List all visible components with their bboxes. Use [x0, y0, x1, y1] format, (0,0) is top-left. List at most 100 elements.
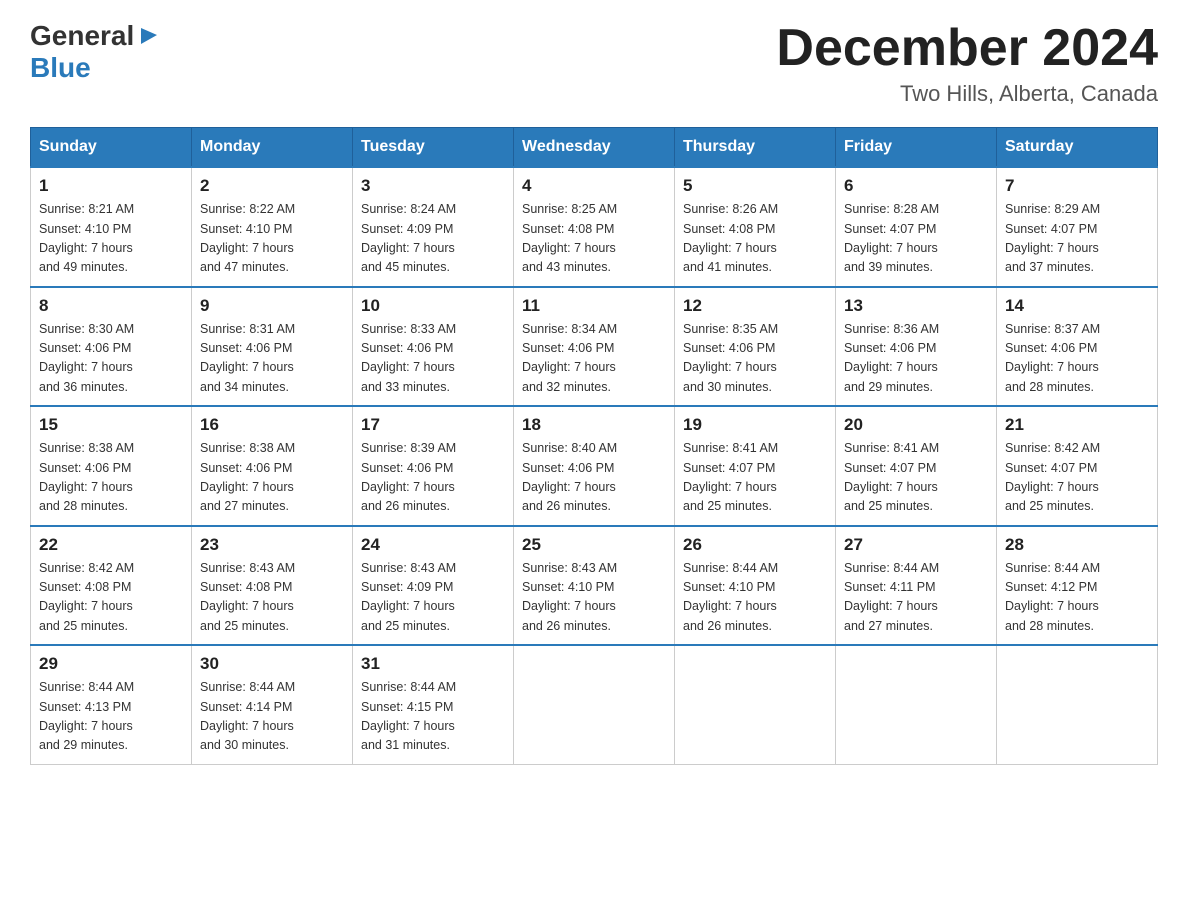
calendar-cell: 22 Sunrise: 8:42 AM Sunset: 4:08 PM Dayl… — [31, 526, 192, 646]
calendar-cell: 2 Sunrise: 8:22 AM Sunset: 4:10 PM Dayli… — [192, 167, 353, 287]
calendar-cell: 17 Sunrise: 8:39 AM Sunset: 4:06 PM Dayl… — [353, 406, 514, 526]
calendar-cell: 20 Sunrise: 8:41 AM Sunset: 4:07 PM Dayl… — [836, 406, 997, 526]
calendar-cell: 11 Sunrise: 8:34 AM Sunset: 4:06 PM Dayl… — [514, 287, 675, 407]
calendar-cell: 29 Sunrise: 8:44 AM Sunset: 4:13 PM Dayl… — [31, 645, 192, 764]
day-info: Sunrise: 8:33 AM Sunset: 4:06 PM Dayligh… — [361, 320, 505, 398]
day-number: 31 — [361, 654, 505, 674]
day-number: 16 — [200, 415, 344, 435]
calendar-week-3: 15 Sunrise: 8:38 AM Sunset: 4:06 PM Dayl… — [31, 406, 1158, 526]
logo: General Blue — [30, 20, 159, 84]
calendar-cell — [514, 645, 675, 764]
day-number: 26 — [683, 535, 827, 555]
day-info: Sunrise: 8:38 AM Sunset: 4:06 PM Dayligh… — [39, 439, 183, 517]
calendar-cell — [997, 645, 1158, 764]
calendar-week-2: 8 Sunrise: 8:30 AM Sunset: 4:06 PM Dayli… — [31, 287, 1158, 407]
calendar-cell: 31 Sunrise: 8:44 AM Sunset: 4:15 PM Dayl… — [353, 645, 514, 764]
calendar-cell: 5 Sunrise: 8:26 AM Sunset: 4:08 PM Dayli… — [675, 167, 836, 287]
day-info: Sunrise: 8:44 AM Sunset: 4:15 PM Dayligh… — [361, 678, 505, 756]
day-info: Sunrise: 8:34 AM Sunset: 4:06 PM Dayligh… — [522, 320, 666, 398]
calendar-cell: 18 Sunrise: 8:40 AM Sunset: 4:06 PM Dayl… — [514, 406, 675, 526]
day-number: 24 — [361, 535, 505, 555]
calendar-cell: 16 Sunrise: 8:38 AM Sunset: 4:06 PM Dayl… — [192, 406, 353, 526]
page-header: General Blue December 2024 Two Hills, Al… — [30, 20, 1158, 107]
day-number: 27 — [844, 535, 988, 555]
day-info: Sunrise: 8:29 AM Sunset: 4:07 PM Dayligh… — [1005, 200, 1149, 278]
day-number: 17 — [361, 415, 505, 435]
calendar-cell: 25 Sunrise: 8:43 AM Sunset: 4:10 PM Dayl… — [514, 526, 675, 646]
day-info: Sunrise: 8:43 AM Sunset: 4:08 PM Dayligh… — [200, 559, 344, 637]
calendar-subtitle: Two Hills, Alberta, Canada — [776, 81, 1158, 107]
calendar-week-4: 22 Sunrise: 8:42 AM Sunset: 4:08 PM Dayl… — [31, 526, 1158, 646]
calendar-cell: 27 Sunrise: 8:44 AM Sunset: 4:11 PM Dayl… — [836, 526, 997, 646]
calendar-cell: 28 Sunrise: 8:44 AM Sunset: 4:12 PM Dayl… — [997, 526, 1158, 646]
day-info: Sunrise: 8:36 AM Sunset: 4:06 PM Dayligh… — [844, 320, 988, 398]
day-number: 19 — [683, 415, 827, 435]
calendar-week-1: 1 Sunrise: 8:21 AM Sunset: 4:10 PM Dayli… — [31, 167, 1158, 287]
calendar-cell: 15 Sunrise: 8:38 AM Sunset: 4:06 PM Dayl… — [31, 406, 192, 526]
day-info: Sunrise: 8:37 AM Sunset: 4:06 PM Dayligh… — [1005, 320, 1149, 398]
day-info: Sunrise: 8:44 AM Sunset: 4:10 PM Dayligh… — [683, 559, 827, 637]
col-wednesday: Wednesday — [514, 128, 675, 168]
day-number: 29 — [39, 654, 183, 674]
calendar-cell: 19 Sunrise: 8:41 AM Sunset: 4:07 PM Dayl… — [675, 406, 836, 526]
day-number: 20 — [844, 415, 988, 435]
day-number: 15 — [39, 415, 183, 435]
col-thursday: Thursday — [675, 128, 836, 168]
day-number: 23 — [200, 535, 344, 555]
day-info: Sunrise: 8:25 AM Sunset: 4:08 PM Dayligh… — [522, 200, 666, 278]
logo-blue-text: Blue — [30, 52, 91, 83]
calendar-header-row: Sunday Monday Tuesday Wednesday Thursday… — [31, 128, 1158, 168]
calendar-table: Sunday Monday Tuesday Wednesday Thursday… — [30, 127, 1158, 765]
day-info: Sunrise: 8:44 AM Sunset: 4:14 PM Dayligh… — [200, 678, 344, 756]
title-block: December 2024 Two Hills, Alberta, Canada — [776, 20, 1158, 107]
day-number: 4 — [522, 176, 666, 196]
day-number: 6 — [844, 176, 988, 196]
day-number: 18 — [522, 415, 666, 435]
day-number: 2 — [200, 176, 344, 196]
day-number: 10 — [361, 296, 505, 316]
day-info: Sunrise: 8:28 AM Sunset: 4:07 PM Dayligh… — [844, 200, 988, 278]
calendar-cell: 6 Sunrise: 8:28 AM Sunset: 4:07 PM Dayli… — [836, 167, 997, 287]
day-number: 8 — [39, 296, 183, 316]
calendar-cell: 7 Sunrise: 8:29 AM Sunset: 4:07 PM Dayli… — [997, 167, 1158, 287]
calendar-cell: 1 Sunrise: 8:21 AM Sunset: 4:10 PM Dayli… — [31, 167, 192, 287]
day-number: 11 — [522, 296, 666, 316]
calendar-week-5: 29 Sunrise: 8:44 AM Sunset: 4:13 PM Dayl… — [31, 645, 1158, 764]
calendar-cell: 3 Sunrise: 8:24 AM Sunset: 4:09 PM Dayli… — [353, 167, 514, 287]
day-info: Sunrise: 8:43 AM Sunset: 4:09 PM Dayligh… — [361, 559, 505, 637]
day-number: 28 — [1005, 535, 1149, 555]
calendar-cell: 14 Sunrise: 8:37 AM Sunset: 4:06 PM Dayl… — [997, 287, 1158, 407]
day-number: 9 — [200, 296, 344, 316]
day-info: Sunrise: 8:40 AM Sunset: 4:06 PM Dayligh… — [522, 439, 666, 517]
day-info: Sunrise: 8:26 AM Sunset: 4:08 PM Dayligh… — [683, 200, 827, 278]
col-monday: Monday — [192, 128, 353, 168]
day-number: 25 — [522, 535, 666, 555]
day-info: Sunrise: 8:42 AM Sunset: 4:08 PM Dayligh… — [39, 559, 183, 637]
calendar-cell: 9 Sunrise: 8:31 AM Sunset: 4:06 PM Dayli… — [192, 287, 353, 407]
day-info: Sunrise: 8:44 AM Sunset: 4:12 PM Dayligh… — [1005, 559, 1149, 637]
day-info: Sunrise: 8:42 AM Sunset: 4:07 PM Dayligh… — [1005, 439, 1149, 517]
day-info: Sunrise: 8:35 AM Sunset: 4:06 PM Dayligh… — [683, 320, 827, 398]
day-info: Sunrise: 8:41 AM Sunset: 4:07 PM Dayligh… — [844, 439, 988, 517]
col-friday: Friday — [836, 128, 997, 168]
day-info: Sunrise: 8:44 AM Sunset: 4:13 PM Dayligh… — [39, 678, 183, 756]
calendar-title: December 2024 — [776, 20, 1158, 77]
day-info: Sunrise: 8:22 AM Sunset: 4:10 PM Dayligh… — [200, 200, 344, 278]
calendar-cell: 4 Sunrise: 8:25 AM Sunset: 4:08 PM Dayli… — [514, 167, 675, 287]
calendar-cell: 24 Sunrise: 8:43 AM Sunset: 4:09 PM Dayl… — [353, 526, 514, 646]
calendar-cell: 12 Sunrise: 8:35 AM Sunset: 4:06 PM Dayl… — [675, 287, 836, 407]
day-number: 12 — [683, 296, 827, 316]
day-number: 7 — [1005, 176, 1149, 196]
calendar-cell: 23 Sunrise: 8:43 AM Sunset: 4:08 PM Dayl… — [192, 526, 353, 646]
calendar-cell: 21 Sunrise: 8:42 AM Sunset: 4:07 PM Dayl… — [997, 406, 1158, 526]
day-number: 5 — [683, 176, 827, 196]
calendar-cell — [836, 645, 997, 764]
day-info: Sunrise: 8:31 AM Sunset: 4:06 PM Dayligh… — [200, 320, 344, 398]
day-info: Sunrise: 8:39 AM Sunset: 4:06 PM Dayligh… — [361, 439, 505, 517]
day-number: 1 — [39, 176, 183, 196]
calendar-cell: 30 Sunrise: 8:44 AM Sunset: 4:14 PM Dayl… — [192, 645, 353, 764]
calendar-cell — [675, 645, 836, 764]
day-number: 21 — [1005, 415, 1149, 435]
logo-general-text: General — [30, 20, 134, 52]
day-info: Sunrise: 8:38 AM Sunset: 4:06 PM Dayligh… — [200, 439, 344, 517]
